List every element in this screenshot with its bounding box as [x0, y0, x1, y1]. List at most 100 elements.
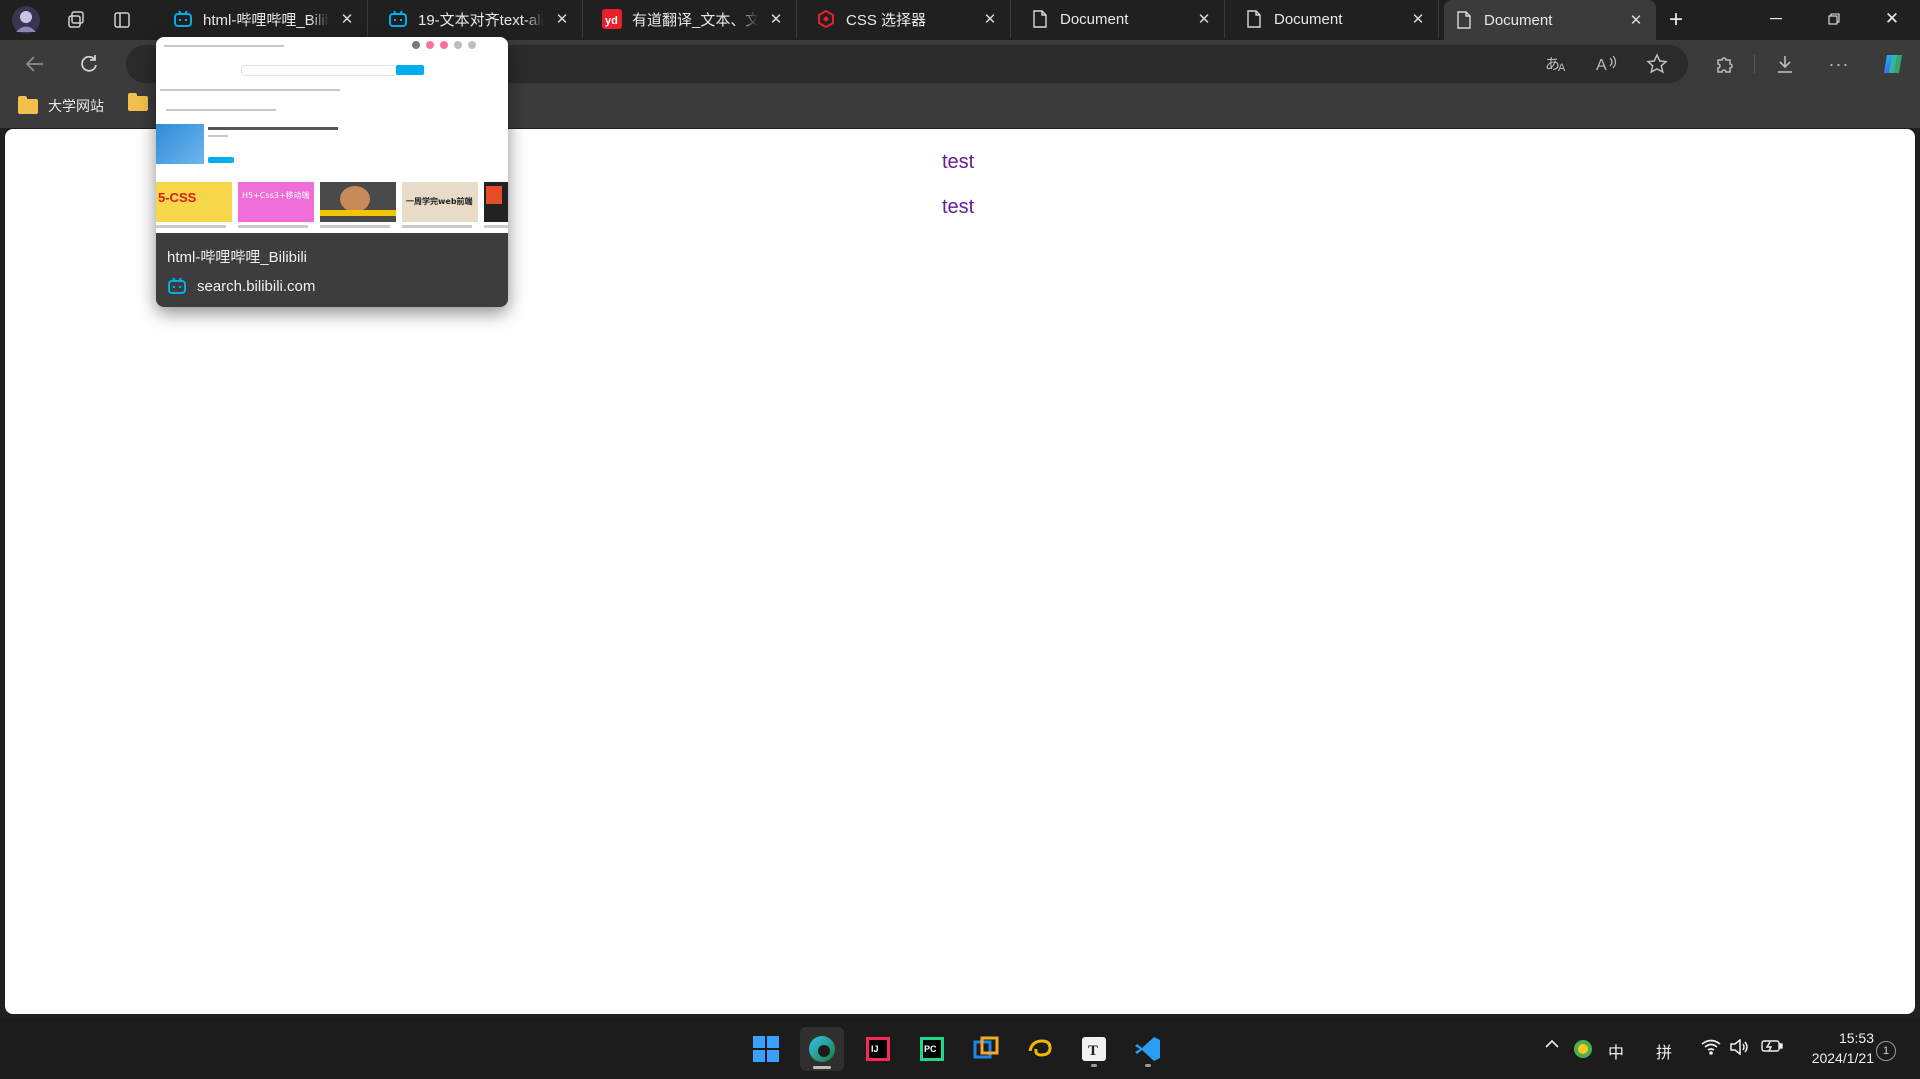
close-tab-icon[interactable]: ✕: [1626, 10, 1646, 30]
thumb-filter-line: [160, 89, 340, 91]
svg-text:yd: yd: [605, 15, 618, 27]
tab-hover-preview: 5-CSS H5+Css3+移动端 一周学完web前端 html-哔哩哔哩_Bi…: [156, 37, 508, 307]
favorite-star-icon[interactable]: [1640, 47, 1674, 81]
read-aloud-icon[interactable]: A: [1590, 47, 1624, 81]
windows-taskbar: IJ PC T 中 拼 15:53 2024/1/21 1: [0, 1019, 1920, 1079]
start-icon[interactable]: [746, 1029, 786, 1069]
svg-text:T: T: [1088, 1043, 1098, 1059]
clock-date: 2024/1/21: [1811, 1050, 1874, 1066]
thumb-video-text: 一周学完web前端: [406, 197, 473, 206]
tab-document-2[interactable]: Document ✕: [1234, 0, 1439, 38]
thumb-video-caption: [320, 225, 390, 228]
thumb-video-card: 一周学完web前端: [402, 182, 478, 222]
thumb-video-card: H5+Css3+移动端: [238, 182, 314, 222]
thumb-video-text: H5+Css3+移动端: [242, 191, 310, 200]
refresh-icon[interactable]: [72, 47, 106, 81]
ime-mode-indicator[interactable]: 中: [1604, 1039, 1628, 1063]
pycharm-icon[interactable]: PC: [912, 1029, 952, 1069]
new-tab-plus-icon[interactable]: +: [1660, 4, 1692, 36]
restore-icon[interactable]: [1806, 0, 1862, 38]
edge-icon[interactable]: [800, 1027, 844, 1071]
tab-title: Document: [1060, 10, 1129, 28]
vscode-icon[interactable]: [1128, 1029, 1168, 1069]
bookmark-folder-2[interactable]: [128, 93, 158, 111]
app-swirl-icon[interactable]: [1020, 1029, 1060, 1069]
ime-layout-indicator[interactable]: 拼: [1652, 1039, 1676, 1063]
tab-document-active[interactable]: Document ✕: [1444, 0, 1656, 40]
thumb-video-text: 5-CSS: [158, 190, 197, 205]
thumb-video-caption: [238, 225, 308, 228]
bookmark-label: 大学网站: [48, 98, 104, 114]
copilot-icon[interactable]: [1876, 47, 1910, 81]
page-text-line: test: [942, 151, 975, 173]
more-menu-icon[interactable]: ···: [1822, 47, 1856, 81]
taskbar-clock[interactable]: 15:53 2024/1/21: [1778, 1028, 1874, 1068]
thumb-video-card: [484, 182, 508, 222]
close-tab-icon[interactable]: ✕: [766, 9, 786, 29]
folder-icon: [18, 95, 38, 114]
close-tab-icon[interactable]: ✕: [1408, 9, 1428, 29]
close-tab-icon[interactable]: ✕: [337, 9, 357, 29]
document-icon: [1454, 10, 1474, 30]
thumb-person-face: [340, 186, 370, 212]
tab-css-selector[interactable]: CSS 选择器 ✕: [806, 0, 1011, 38]
thumb-course-title: [208, 127, 338, 130]
thumb-course-meta: [208, 135, 228, 137]
wifi-icon[interactable]: [1700, 1039, 1722, 1055]
volume-icon[interactable]: [1728, 1039, 1750, 1055]
show-hidden-icons-chevron-icon[interactable]: [1542, 1039, 1562, 1049]
typora-icon[interactable]: T: [1074, 1029, 1114, 1069]
tab-title: Document: [1274, 10, 1343, 28]
notification-badge[interactable]: 1: [1876, 1041, 1896, 1061]
profile-avatar-icon[interactable]: [10, 4, 42, 36]
thumb-uploader-photo: [156, 124, 204, 164]
document-icon: [1030, 9, 1050, 29]
tab-title: 有道翻译_文本、文档: [632, 11, 758, 29]
page-text-line: test: [942, 196, 975, 218]
back-arrow-icon[interactable]: [18, 47, 52, 81]
thumb-filter-line: [166, 109, 276, 111]
vertical-tabs-icon[interactable]: [106, 4, 138, 36]
close-tab-icon[interactable]: ✕: [1194, 9, 1214, 29]
thumb-video-card: 5-CSS: [156, 182, 232, 222]
translate-icon[interactable]: あA: [1540, 47, 1574, 81]
thumb-video-caption: [156, 225, 226, 228]
download-icon[interactable]: [1768, 47, 1802, 81]
bilibili-icon: [167, 277, 187, 295]
workspaces-icon[interactable]: [60, 4, 92, 36]
thumb-header-icons: [412, 41, 504, 49]
tab-title: html-哔哩哔哩_Bilibili: [203, 11, 329, 29]
virtualbox-icon[interactable]: [966, 1029, 1006, 1069]
thumb-video-card: [320, 182, 396, 222]
thumb-video-caption: [484, 225, 508, 228]
document-icon: [1244, 9, 1264, 29]
tab-document-1[interactable]: Document ✕: [1020, 0, 1225, 38]
intellij-icon[interactable]: IJ: [858, 1029, 898, 1069]
preview-thumbnail: 5-CSS H5+Css3+移动端 一周学完web前端: [156, 37, 508, 233]
close-tab-icon[interactable]: ✕: [552, 9, 572, 29]
svg-text:PC: PC: [924, 1044, 937, 1054]
minimize-icon[interactable]: [1748, 0, 1804, 38]
bookmark-folder-university[interactable]: 大学网站: [18, 95, 104, 116]
thumb-blue-button: [208, 157, 234, 163]
tab-title: CSS 选择器: [846, 11, 927, 29]
css-icon: [816, 9, 836, 29]
running-indicator: [1145, 1064, 1151, 1067]
close-window-icon[interactable]: ✕: [1864, 0, 1920, 38]
svg-text:A: A: [1558, 62, 1566, 74]
close-tab-icon[interactable]: ✕: [980, 9, 1000, 29]
running-indicator: [813, 1066, 831, 1069]
running-indicator: [1091, 1064, 1097, 1067]
tab-text-align[interactable]: 19-文本对齐text-align ✕: [378, 0, 583, 38]
bilibili-icon: [388, 9, 408, 29]
folder-icon: [128, 93, 148, 111]
svg-text:A: A: [1596, 57, 1607, 74]
extensions-puzzle-icon[interactable]: [1708, 47, 1742, 81]
tab-youdao[interactable]: yd 有道翻译_文本、文档 ✕: [592, 0, 797, 38]
svg-text:IJ: IJ: [871, 1044, 879, 1054]
tray-app-icon[interactable]: [1572, 1039, 1594, 1059]
tab-title: Document: [1484, 11, 1553, 29]
thumb-video-caption: [402, 225, 472, 228]
preview-domain-text: search.bilibili.com: [197, 277, 316, 295]
tab-bilibili-search[interactable]: html-哔哩哔哩_Bilibili ✕: [163, 0, 368, 38]
